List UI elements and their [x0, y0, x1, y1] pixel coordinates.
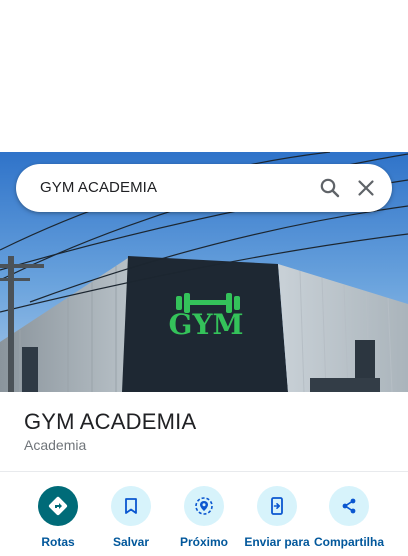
directions-icon [38, 486, 78, 526]
directions-label: Rotas [41, 535, 75, 549]
save-button[interactable]: Salvar [93, 486, 169, 556]
nearby-label: Próximo [179, 535, 228, 549]
close-icon[interactable] [354, 176, 378, 200]
save-label: Salvar [112, 535, 150, 549]
send-to-phone-button[interactable]: Enviar para [239, 486, 315, 556]
send-to-phone-icon [257, 486, 297, 526]
nearby-button[interactable]: Próximo [166, 486, 242, 556]
nearby-icon [184, 486, 224, 526]
search-icon[interactable] [318, 176, 342, 200]
share-icon [329, 486, 369, 526]
share-label: Compartilha [313, 535, 384, 549]
share-button[interactable]: Compartilha [311, 486, 387, 556]
directions-button[interactable]: Rotas [20, 486, 96, 556]
place-title: GYM ACADEMIA [24, 409, 197, 434]
send-to-phone-label: Enviar para [244, 535, 310, 549]
search-input[interactable]: GYM ACADEMIA [40, 164, 157, 212]
place-category[interactable]: Academia [24, 437, 86, 453]
divider [0, 471, 408, 472]
bookmark-icon [111, 486, 151, 526]
search-bar[interactable]: GYM ACADEMIA [16, 164, 392, 212]
gym-sign-text: GYM [169, 308, 244, 341]
